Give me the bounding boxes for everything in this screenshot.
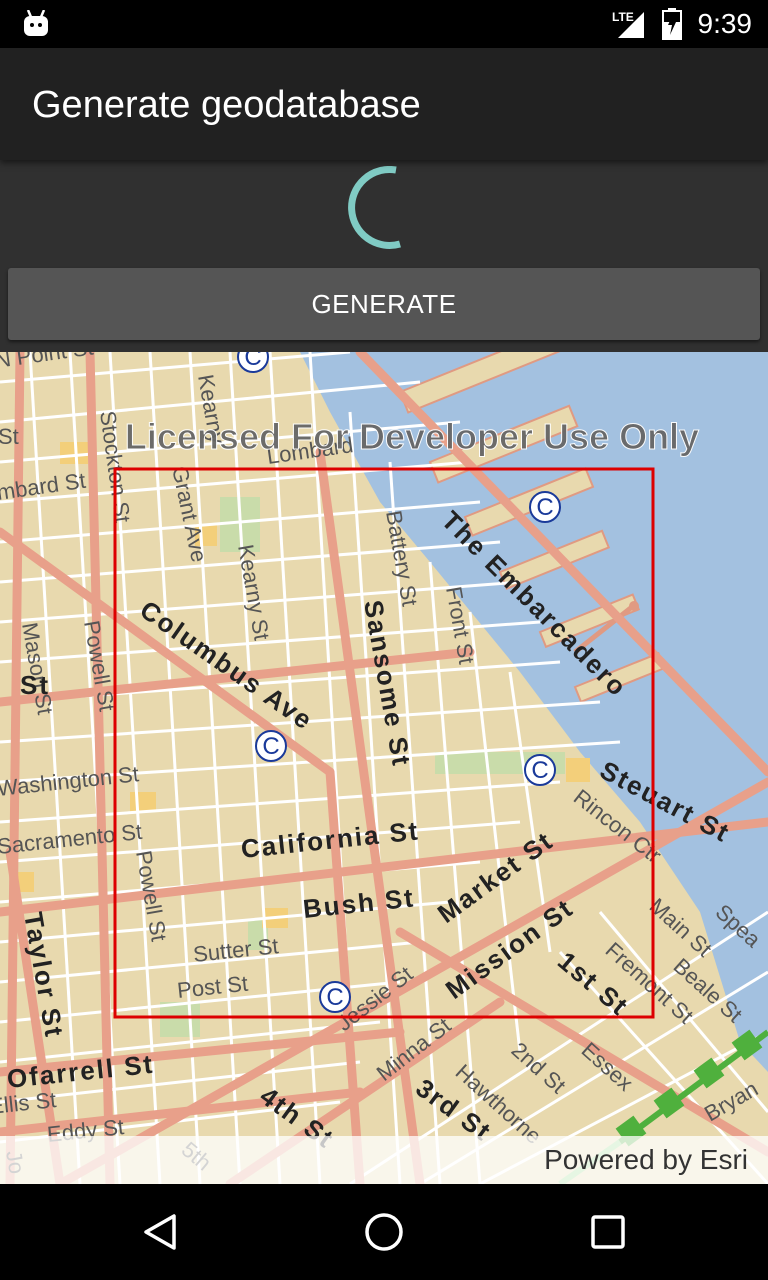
- basemap: N Point St Lombard mbard St Stockton St …: [0, 352, 768, 1184]
- app-title: Generate geodatabase: [32, 84, 421, 126]
- feature-marker[interactable]: C: [319, 981, 351, 1013]
- street-label: St: [20, 670, 50, 700]
- loading-spinner: [348, 166, 401, 249]
- street-label: St: [0, 424, 19, 449]
- back-icon[interactable]: [140, 1212, 180, 1252]
- battery-icon: [662, 8, 682, 40]
- clock: 9:39: [697, 8, 753, 39]
- feature-marker[interactable]: C: [529, 491, 561, 523]
- svg-text:C: C: [536, 494, 553, 521]
- android-icon: [24, 10, 48, 36]
- svg-text:C: C: [531, 757, 548, 784]
- svg-text:C: C: [262, 733, 279, 760]
- feature-marker[interactable]: C: [255, 730, 287, 762]
- svg-text:C: C: [326, 984, 343, 1011]
- attribution-text: Powered by Esri: [544, 1144, 748, 1175]
- status-bar: LTE 9:39: [0, 0, 768, 48]
- home-icon[interactable]: [362, 1210, 406, 1254]
- controls-panel: GENERATE: [0, 160, 768, 352]
- developer-watermark: Licensed For Developer Use Only: [125, 416, 699, 457]
- recents-icon[interactable]: [590, 1214, 626, 1250]
- map-attribution: Powered by Esri: [0, 1136, 768, 1184]
- feature-marker[interactable]: C: [237, 352, 269, 373]
- map-view[interactable]: N Point St Lombard mbard St Stockton St …: [0, 352, 768, 1184]
- navigation-bar: [0, 1184, 768, 1280]
- generate-button[interactable]: GENERATE: [8, 268, 760, 340]
- svg-text:C: C: [244, 352, 261, 371]
- app-bar: Generate geodatabase: [0, 48, 768, 160]
- signal-icon: [618, 12, 644, 38]
- feature-marker[interactable]: C: [524, 754, 556, 786]
